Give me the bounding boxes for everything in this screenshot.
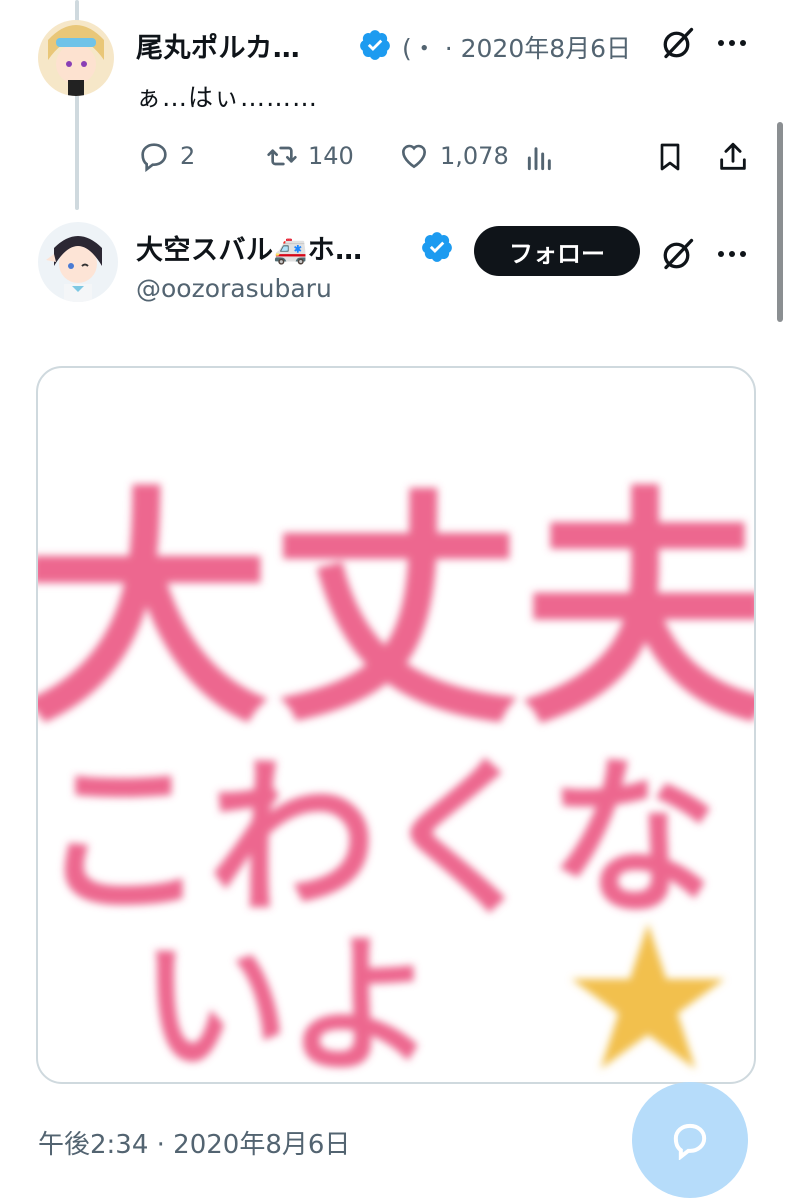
reply-icon bbox=[141, 143, 167, 172]
author-handle[interactable]: @oozorasubaru bbox=[136, 274, 332, 303]
retweet-button[interactable]: 140 bbox=[266, 140, 354, 172]
handwritten-image: 大丈夫 こわくな いよ ★ bbox=[38, 466, 754, 1082]
avatar[interactable] bbox=[38, 222, 118, 302]
tweet-text: ぁ…はぃ……… bbox=[136, 83, 319, 112]
reply-compose-icon bbox=[673, 1123, 707, 1160]
image-text-line1: 大丈夫 bbox=[38, 466, 754, 757]
avatar-image-subaru bbox=[38, 222, 118, 302]
avatar[interactable] bbox=[38, 20, 114, 96]
heart-icon bbox=[401, 144, 427, 169]
tweet-timestamp[interactable]: 午後2:34 · 2020年8月6日 bbox=[38, 1124, 350, 1161]
meta-separator: · bbox=[444, 34, 453, 63]
tweet-meta: (・ · 2020年8月6日 bbox=[402, 29, 631, 65]
like-button[interactable]: 1,078 bbox=[398, 140, 509, 172]
views-icon[interactable] bbox=[524, 142, 556, 174]
tweet-date[interactable]: 2020年8月6日 bbox=[461, 34, 631, 63]
author-name[interactable]: 大空スバル🚑ホ… bbox=[136, 228, 363, 267]
image-text-line3: いよ bbox=[139, 920, 436, 1082]
reply-button[interactable]: 2 bbox=[138, 140, 195, 172]
grok-icon[interactable] bbox=[660, 236, 696, 272]
image-star: ★ bbox=[558, 883, 737, 1082]
avatar-image-polka bbox=[38, 20, 114, 96]
retweet-icon bbox=[267, 146, 297, 166]
verified-badge-icon bbox=[360, 30, 390, 60]
like-count: 1,078 bbox=[440, 142, 509, 170]
more-icon[interactable] bbox=[718, 251, 746, 257]
follow-button[interactable]: フォロー bbox=[474, 226, 640, 276]
verified-badge-icon bbox=[422, 232, 452, 262]
grok-icon[interactable] bbox=[660, 25, 696, 61]
scrollbar[interactable] bbox=[777, 122, 783, 322]
author-name[interactable]: 尾丸ポルカ… bbox=[136, 26, 300, 65]
reply-compose-button[interactable] bbox=[632, 1082, 748, 1198]
retweet-count: 140 bbox=[308, 142, 354, 170]
tweet-media-image[interactable]: 大丈夫 こわくな いよ ★ bbox=[36, 366, 756, 1084]
handle-fragment[interactable]: (・ bbox=[402, 34, 437, 63]
share-icon[interactable] bbox=[716, 140, 750, 174]
bookmark-icon[interactable] bbox=[654, 140, 686, 174]
more-icon[interactable] bbox=[718, 40, 746, 46]
reply-count: 2 bbox=[180, 142, 196, 170]
